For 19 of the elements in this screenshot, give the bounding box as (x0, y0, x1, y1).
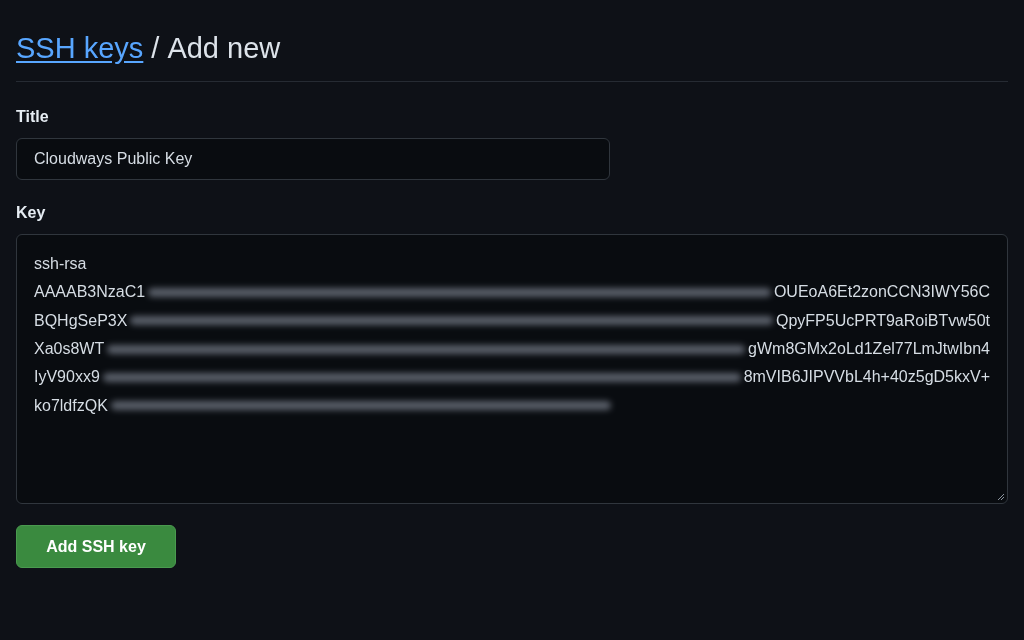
key-text: ko7ldfzQK (34, 396, 108, 415)
resize-grip-icon[interactable] (997, 493, 1005, 501)
key-text: ssh-rsa (34, 255, 87, 274)
page-title: Add new (167, 31, 281, 66)
key-text: gWm8GMx2oLd1Zel77LmJtwIbn4 (748, 340, 990, 359)
key-text: AAAAB3NzaC1 (34, 283, 146, 302)
key-text: Xa0s8WT (34, 340, 105, 359)
key-text: OUEoA6Et2zonCCN3IWY56C (773, 283, 990, 302)
key-text: 8mVIB6JIPVVbL4h+40z5gD5kxV+ (743, 368, 990, 387)
breadcrumb-separator: / (151, 31, 160, 66)
key-text: IyV90xx9 (34, 368, 100, 387)
key-text: QpyFP5UcPRT9aRoiBTvw50t (776, 311, 990, 330)
title-label: Title (16, 108, 50, 126)
key-text: BQHgSeP3X (34, 311, 128, 330)
title-field[interactable]: Cloudways Public Key (16, 138, 610, 180)
add-ssh-key-button[interactable]: Add SSH key (16, 525, 176, 568)
key-label: Key (16, 204, 47, 222)
key-field[interactable]: ssh-rsa AAAAB3NzaC1 OUEoA6Et2zonCCN3IWY56C BQHgSeP3X QpyFP5UcPRT9aRoiBTvw50t Xa0s8WT gWm8GMx2oLd1Zel77LmJtwIbn4 IyV90xx9 8mVIB6JIPVVbL4h+40z5gD5kxV+ ko7ldfzQK (16, 234, 1008, 504)
ssh-keys-link[interactable]: SSH keys (16, 26, 144, 70)
